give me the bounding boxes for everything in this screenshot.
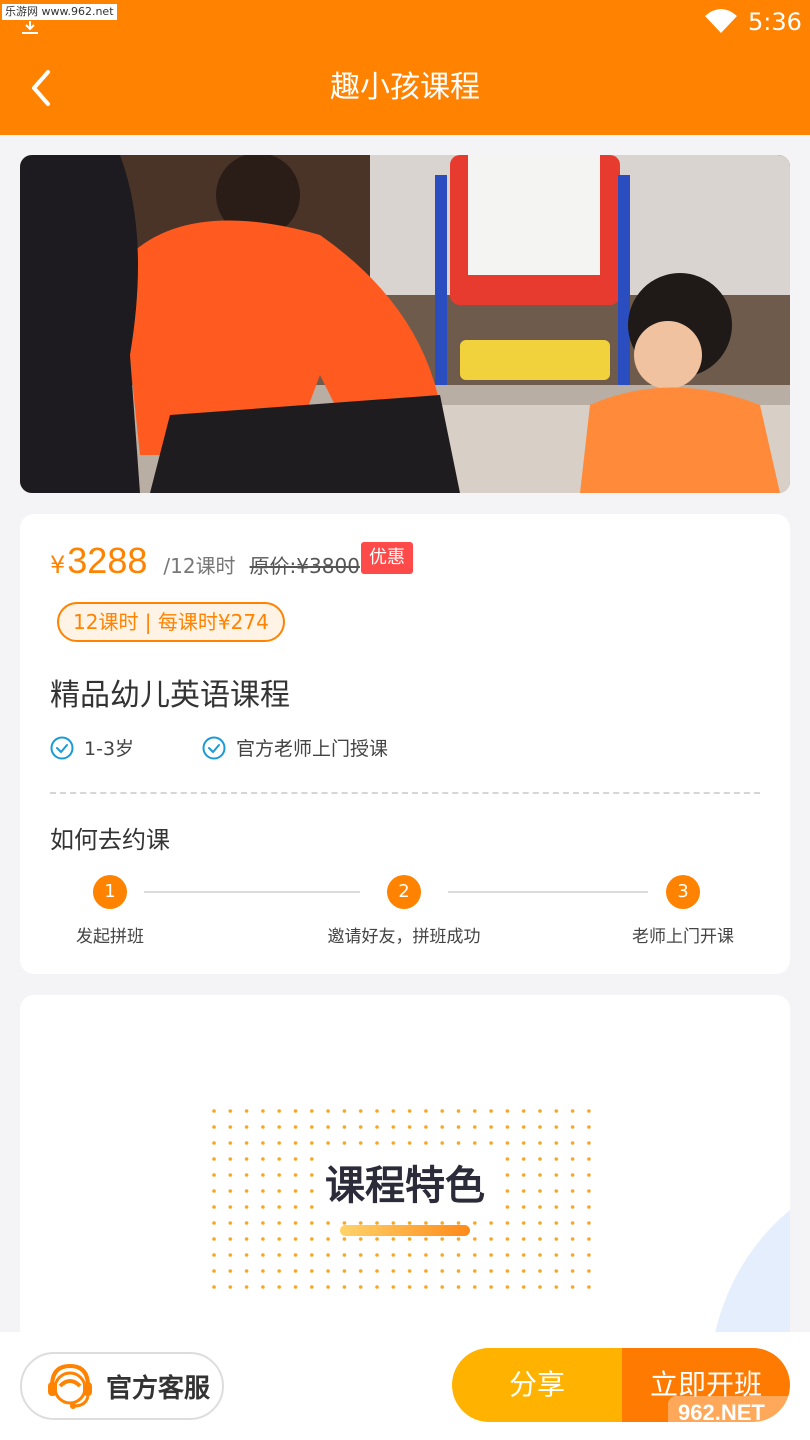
step-connector: [448, 891, 648, 893]
share-button[interactable]: 分享: [452, 1348, 622, 1422]
original-price: 原价:¥3800: [249, 554, 360, 578]
customer-service-label: 官方客服: [106, 1373, 211, 1404]
status-bar: 乐游网 www.962.net 5:36: [0, 0, 810, 44]
status-time: 5:36: [748, 8, 802, 36]
discount-badge: 优惠: [361, 542, 413, 574]
price-value: 3288: [67, 540, 148, 581]
tag-label: 官方老师上门授课: [236, 738, 389, 760]
course-feature-card: 课程特色: [20, 995, 790, 1375]
package-pill: 12课时 | 每课时¥274: [57, 602, 285, 642]
feature-title: 课程特色: [325, 1163, 485, 1209]
step-label: 邀请好友，拼班成功: [327, 927, 481, 947]
step-label: 发起拼班: [76, 927, 144, 947]
tag-teacher: 官方老师上门授课: [202, 734, 388, 761]
title-bar: 乐游网 www.962.net 5:36 趣小孩课程: [0, 0, 810, 135]
svg-text:乐游网: 乐游网: [750, 1421, 783, 1434]
check-circle-icon: [202, 736, 226, 759]
site-watermark-logo: 962.NET 乐游网: [668, 1396, 806, 1434]
step-number: 1: [93, 875, 127, 909]
check-circle-icon: [50, 736, 74, 759]
tag-label: 1-3岁: [84, 738, 135, 760]
download-icon: [22, 21, 38, 34]
step-number: 3: [666, 875, 700, 909]
course-name: 精品幼儿英语课程: [50, 678, 290, 713]
wifi-icon: [705, 9, 737, 33]
customer-service-button[interactable]: 官方客服: [20, 1352, 224, 1420]
watermark-top: 乐游网 www.962.net: [2, 4, 117, 20]
step-number: 2: [387, 875, 421, 909]
headset-icon: [48, 1363, 92, 1409]
step-connector: [144, 891, 360, 893]
page-title: 趣小孩课程: [330, 70, 480, 105]
price-row: ¥ 3288 /12课时 原价:¥3800: [50, 540, 360, 584]
step-label: 老师上门开课: [632, 927, 734, 947]
feature-underline: [340, 1225, 470, 1236]
howto-title: 如何去约课: [50, 826, 170, 854]
price-symbol: ¥: [50, 551, 66, 579]
divider: [50, 792, 760, 794]
course-hero-image: [20, 155, 790, 493]
tag-age: 1-3岁: [50, 734, 134, 761]
price-unit: /12课时: [163, 554, 236, 578]
course-info-card: ¥ 3288 /12课时 原价:¥3800 优惠 12课时 | 每课时¥274 …: [20, 514, 790, 974]
